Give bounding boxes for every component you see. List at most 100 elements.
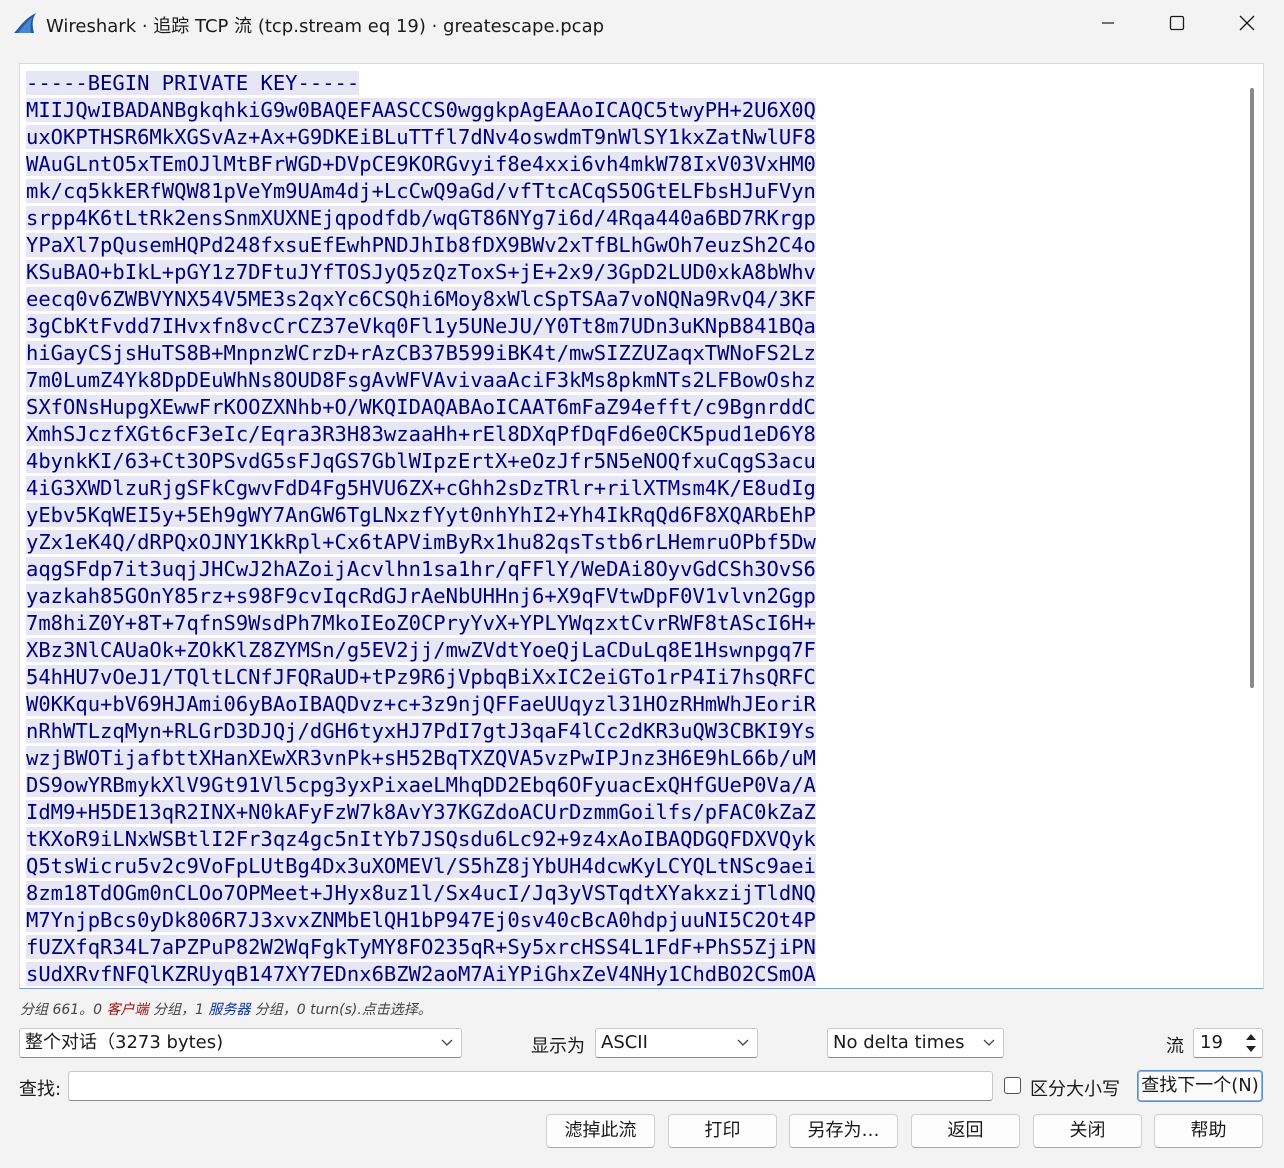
- save-as-button[interactable]: 另存为…: [789, 1114, 898, 1148]
- info-text-2: 分组，1: [148, 1002, 209, 1018]
- show-as-select[interactable]: ASCII: [595, 1028, 758, 1058]
- stream-line-text: yEbv5KqWEI5y+5Eh9gWY7AnGW6TgLNxzfYyt0nhY…: [26, 503, 816, 527]
- maximize-icon: [1169, 15, 1185, 31]
- stream-line-text: YPaXl7pQusemHQPd248fxsuEfEwhPNDJhIb8fDX9…: [26, 233, 816, 257]
- spin-arrows-icon[interactable]: [1244, 1031, 1258, 1055]
- stream-number-value: 19: [1200, 1032, 1223, 1053]
- delta-times-value: No delta times: [833, 1032, 965, 1053]
- close-icon: [1239, 15, 1255, 31]
- stream-line: nRhWTLzqMyn+RLGrD3DJQj/dGH6tyxHJ7PdI7gtJ…: [26, 718, 816, 745]
- stream-line-text: 4iG3XWDlzuRjgSFkCgwvFdD4Fg5HVU6ZX+cGhh2s…: [26, 476, 816, 500]
- title-bar: Wireshark · 追踪 TCP 流 (tcp.stream eq 19) …: [0, 0, 1284, 46]
- client-link[interactable]: 客户端: [107, 1002, 149, 1018]
- close-button[interactable]: 关闭: [1033, 1114, 1142, 1148]
- stream-line: 7m8hiZ0Y+8T+7qfnS9WsdPh7MkoIEoZ0CPryYvX+…: [26, 610, 816, 637]
- stream-line: fUZXfqR34L7aPZPuP82W2WqFgkTyMY8FO235qR+S…: [26, 934, 816, 961]
- stream-line: yazkah85GOnY85rz+s98F9cvIqcRdGJrAeNbUHHn…: [26, 583, 816, 610]
- find-label: 查找:: [19, 1079, 62, 1100]
- help-button[interactable]: 帮助: [1154, 1114, 1263, 1148]
- stream-line: W0KKqu+bV69HJAmi06yBAoIBAQDvz+c+3z9njQFF…: [26, 691, 816, 718]
- stream-line-text: KSuBAO+bIkL+pGY1z7DFtuJYfTOSJyQ5zQzToxS+…: [26, 260, 816, 284]
- stream-text[interactable]: -----BEGIN PRIVATE KEY----- MIIJQwIBADANB…: [26, 70, 816, 988]
- show-as-value: ASCII: [601, 1032, 648, 1053]
- stream-line-text: M7YnjpBcs0yDk806R7J3xvxZNMbElQH1bP947Ej0…: [26, 908, 816, 932]
- minimize-icon: [1102, 22, 1114, 24]
- conversation-value: 整个对话（3273 bytes): [25, 1032, 224, 1053]
- stream-line-text: 8zm18TdOGm0nCLOo7OPMeet+JHyx8uz1l/Sx4ucI…: [26, 881, 816, 905]
- stream-line: 4iG3XWDlzuRjgSFkCgwvFdD4Fg5HVU6ZX+cGhh2s…: [26, 475, 816, 502]
- stream-line-text: XBz3NlCAUaOk+ZOkKlZ8ZYMSn/g5EV2jj/mwZVdt…: [26, 638, 816, 662]
- back-button[interactable]: 返回: [911, 1114, 1020, 1148]
- chevron-down-icon: [983, 1039, 995, 1046]
- stream-number-spinbox[interactable]: 19: [1193, 1028, 1263, 1058]
- print-button[interactable]: 打印: [668, 1114, 777, 1148]
- stream-line-text: nRhWTLzqMyn+RLGrD3DJQj/dGH6tyxHJ7PdI7gtJ…: [26, 719, 816, 743]
- case-sensitive-checkbox[interactable]: [1004, 1077, 1021, 1094]
- window-title: Wireshark · 追踪 TCP 流 (tcp.stream eq 19) …: [46, 16, 605, 37]
- show-as-label: 显示为: [531, 1036, 585, 1057]
- stream-line: XmhSJczfXGt6cF3eIc/Eqra3R3H83wzaaHh+rEl8…: [26, 421, 816, 448]
- vertical-scrollbar[interactable]: [1250, 88, 1254, 688]
- stream-line-text: uxOKPTHSR6MkXGSvAz+Ax+G9DKEiBLuTTfl7dNv4…: [26, 125, 816, 149]
- stream-line-text: hiGayCSjsHuTS8B+MnpnzWCrzD+rAzCB37B599iB…: [26, 341, 816, 365]
- stream-line: MIIJQwIBADANBgkqhkiG9w0BAQEFAASCCS0wggkp…: [26, 97, 816, 124]
- stream-line-text: srpp4K6tLtRk2ensSnmXUXNEjqpodfdb/wqGT86N…: [26, 206, 816, 230]
- filter-out-button[interactable]: 滤掉此流: [546, 1114, 655, 1148]
- stream-line: eecq0v6ZWBVYNX54V5ME3s2qxYc6CSQhi6Moy8xW…: [26, 286, 816, 313]
- stream-line: tKXoR9iLNxWSBtlI2Fr3qz4gc5nItYb7JSQsdu6L…: [26, 826, 816, 853]
- stream-line: uxOKPTHSR6MkXGSvAz+Ax+G9DKEiBLuTTfl7dNv4…: [26, 124, 816, 151]
- server-link[interactable]: 服务器: [208, 1002, 250, 1018]
- stream-line: yZx1eK4Q/dRPQxOJNY1KkRpl+Cx6tAPVimByRx1h…: [26, 529, 816, 556]
- stream-line: SXfONsHupgXEwwFrKOOZXNhb+O/WKQIDAQABAoIC…: [26, 394, 816, 421]
- stream-label: 流: [1166, 1036, 1184, 1057]
- stream-line-text: 3gCbKtFvdd7IHvxfn8vcCrCZ37eVkq0Fl1y5UNeJ…: [26, 314, 816, 338]
- stream-line-text: eecq0v6ZWBVYNX54V5ME3s2qxYc6CSQhi6Moy8xW…: [26, 287, 816, 311]
- stream-line-text: aqgSFdp7it3uqjJHCwJ2hAZoijAcvlhn1sa1hr/q…: [26, 557, 816, 581]
- stream-line: 54hHU7vOeJ1/TQltLCNfJFQRaUD+tPz9R6jVpbqB…: [26, 664, 816, 691]
- stream-line: sUdXRvfNFQlKZRUyqB147XY7EDnx6BZW2aoM7AiY…: [26, 961, 816, 988]
- stream-line-text: DS9owYRBmykXlV9Gt91Vl5cpg3yxPixaeLMhqDD2…: [26, 773, 816, 797]
- find-input[interactable]: [68, 1071, 993, 1101]
- stream-line: YPaXl7pQusemHQPd248fxsuEfEwhPNDJhIb8fDX9…: [26, 232, 816, 259]
- stream-line: hiGayCSjsHuTS8B+MnpnzWCrzD+rAzCB37B599iB…: [26, 340, 816, 367]
- delta-times-select[interactable]: No delta times: [827, 1028, 1004, 1058]
- info-text-3: 分组，0 turn(s).点击选择。: [250, 1002, 432, 1018]
- stream-line: wzjBWOTijafbttXHanXEwXR3vnPk+sH52BqTXZQV…: [26, 745, 816, 772]
- stream-line: KSuBAO+bIkL+pGY1z7DFtuJYfTOSJyQ5zQzToxS+…: [26, 259, 816, 286]
- stream-line: srpp4K6tLtRk2ensSnmXUXNEjqpodfdb/wqGT86N…: [26, 205, 816, 232]
- maximize-button[interactable]: [1142, 0, 1212, 46]
- stream-line: XBz3NlCAUaOk+ZOkKlZ8ZYMSn/g5EV2jj/mwZVdt…: [26, 637, 816, 664]
- stream-content-pane[interactable]: -----BEGIN PRIVATE KEY----- MIIJQwIBADANB…: [19, 63, 1264, 989]
- stream-line-text: SXfONsHupgXEwwFrKOOZXNhb+O/WKQIDAQABAoIC…: [26, 395, 816, 419]
- stream-line: M7YnjpBcs0yDk806R7J3xvxZNMbElQH1bP947Ej0…: [26, 907, 816, 934]
- stream-line: DS9owYRBmykXlV9Gt91Vl5cpg3yxPixaeLMhqDD2…: [26, 772, 816, 799]
- stream-line: 8zm18TdOGm0nCLOo7OPMeet+JHyx8uz1l/Sx4ucI…: [26, 880, 816, 907]
- stream-line: -----BEGIN PRIVATE KEY-----: [26, 70, 816, 97]
- stream-line-text: tKXoR9iLNxWSBtlI2Fr3qz4gc5nItYb7JSQsdu6L…: [26, 827, 816, 851]
- stream-line: aqgSFdp7it3uqjJHCwJ2hAZoijAcvlhn1sa1hr/q…: [26, 556, 816, 583]
- close-window-button[interactable]: [1212, 0, 1282, 46]
- stream-line-text: wzjBWOTijafbttXHanXEwXR3vnPk+sH52BqTXZQV…: [26, 746, 816, 770]
- stream-line-text: -----BEGIN PRIVATE KEY-----: [26, 71, 360, 95]
- stream-line-text: yZx1eK4Q/dRPQxOJNY1KkRpl+Cx6tAPVimByRx1h…: [26, 530, 816, 554]
- stream-line-text: XmhSJczfXGt6cF3eIc/Eqra3R3H83wzaaHh+rEl8…: [26, 422, 816, 446]
- minimize-button[interactable]: [1073, 0, 1143, 46]
- stream-line-text: sUdXRvfNFQlKZRUyqB147XY7EDnx6BZW2aoM7AiY…: [26, 962, 816, 986]
- stream-line: WAuGLntO5xTEmOJlMtBFrWGD+DVpCE9KORGvyif8…: [26, 151, 816, 178]
- stream-line-text: 4bynkKI/63+Ct3OPSvdG5sFJqGS7GblWIpzErtX+…: [26, 449, 816, 473]
- conversation-select[interactable]: 整个对话（3273 bytes): [19, 1028, 462, 1058]
- stream-line-text: W0KKqu+bV69HJAmi06yBAoIBAQDvz+c+3z9njQFF…: [26, 692, 816, 716]
- info-text-1: 分组 661。0: [20, 1002, 107, 1018]
- stream-line-text: Q5tsWicru5v2c9VoFpLUtBg4Dx3uXOMEVl/S5hZ8…: [26, 854, 816, 878]
- stream-line-text: 7m8hiZ0Y+8T+7qfnS9WsdPh7MkoIEoZ0CPryYvX+…: [26, 611, 816, 635]
- stream-line-text: yazkah85GOnY85rz+s98F9cvIqcRdGJrAeNbUHHn…: [26, 584, 816, 608]
- chevron-down-icon: [441, 1039, 453, 1046]
- stream-line-text: IdM9+H5DE13qR2INX+N0kAFyFzW7k8AvY37KGZdo…: [26, 800, 816, 824]
- stream-line: IdM9+H5DE13qR2INX+N0kAFyFzW7k8AvY37KGZdo…: [26, 799, 816, 826]
- find-next-button[interactable]: 查找下一个(N): [1137, 1070, 1263, 1102]
- stream-line: 4bynkKI/63+Ct3OPSvdG5sFJqGS7GblWIpzErtX+…: [26, 448, 816, 475]
- stream-line-text: WAuGLntO5xTEmOJlMtBFrWGD+DVpCE9KORGvyif8…: [26, 152, 816, 176]
- chevron-down-icon: [737, 1039, 749, 1046]
- stream-line-text: MIIJQwIBADANBgkqhkiG9w0BAQEFAASCCS0wggkp…: [26, 98, 816, 122]
- wireshark-fin-icon: [14, 13, 36, 33]
